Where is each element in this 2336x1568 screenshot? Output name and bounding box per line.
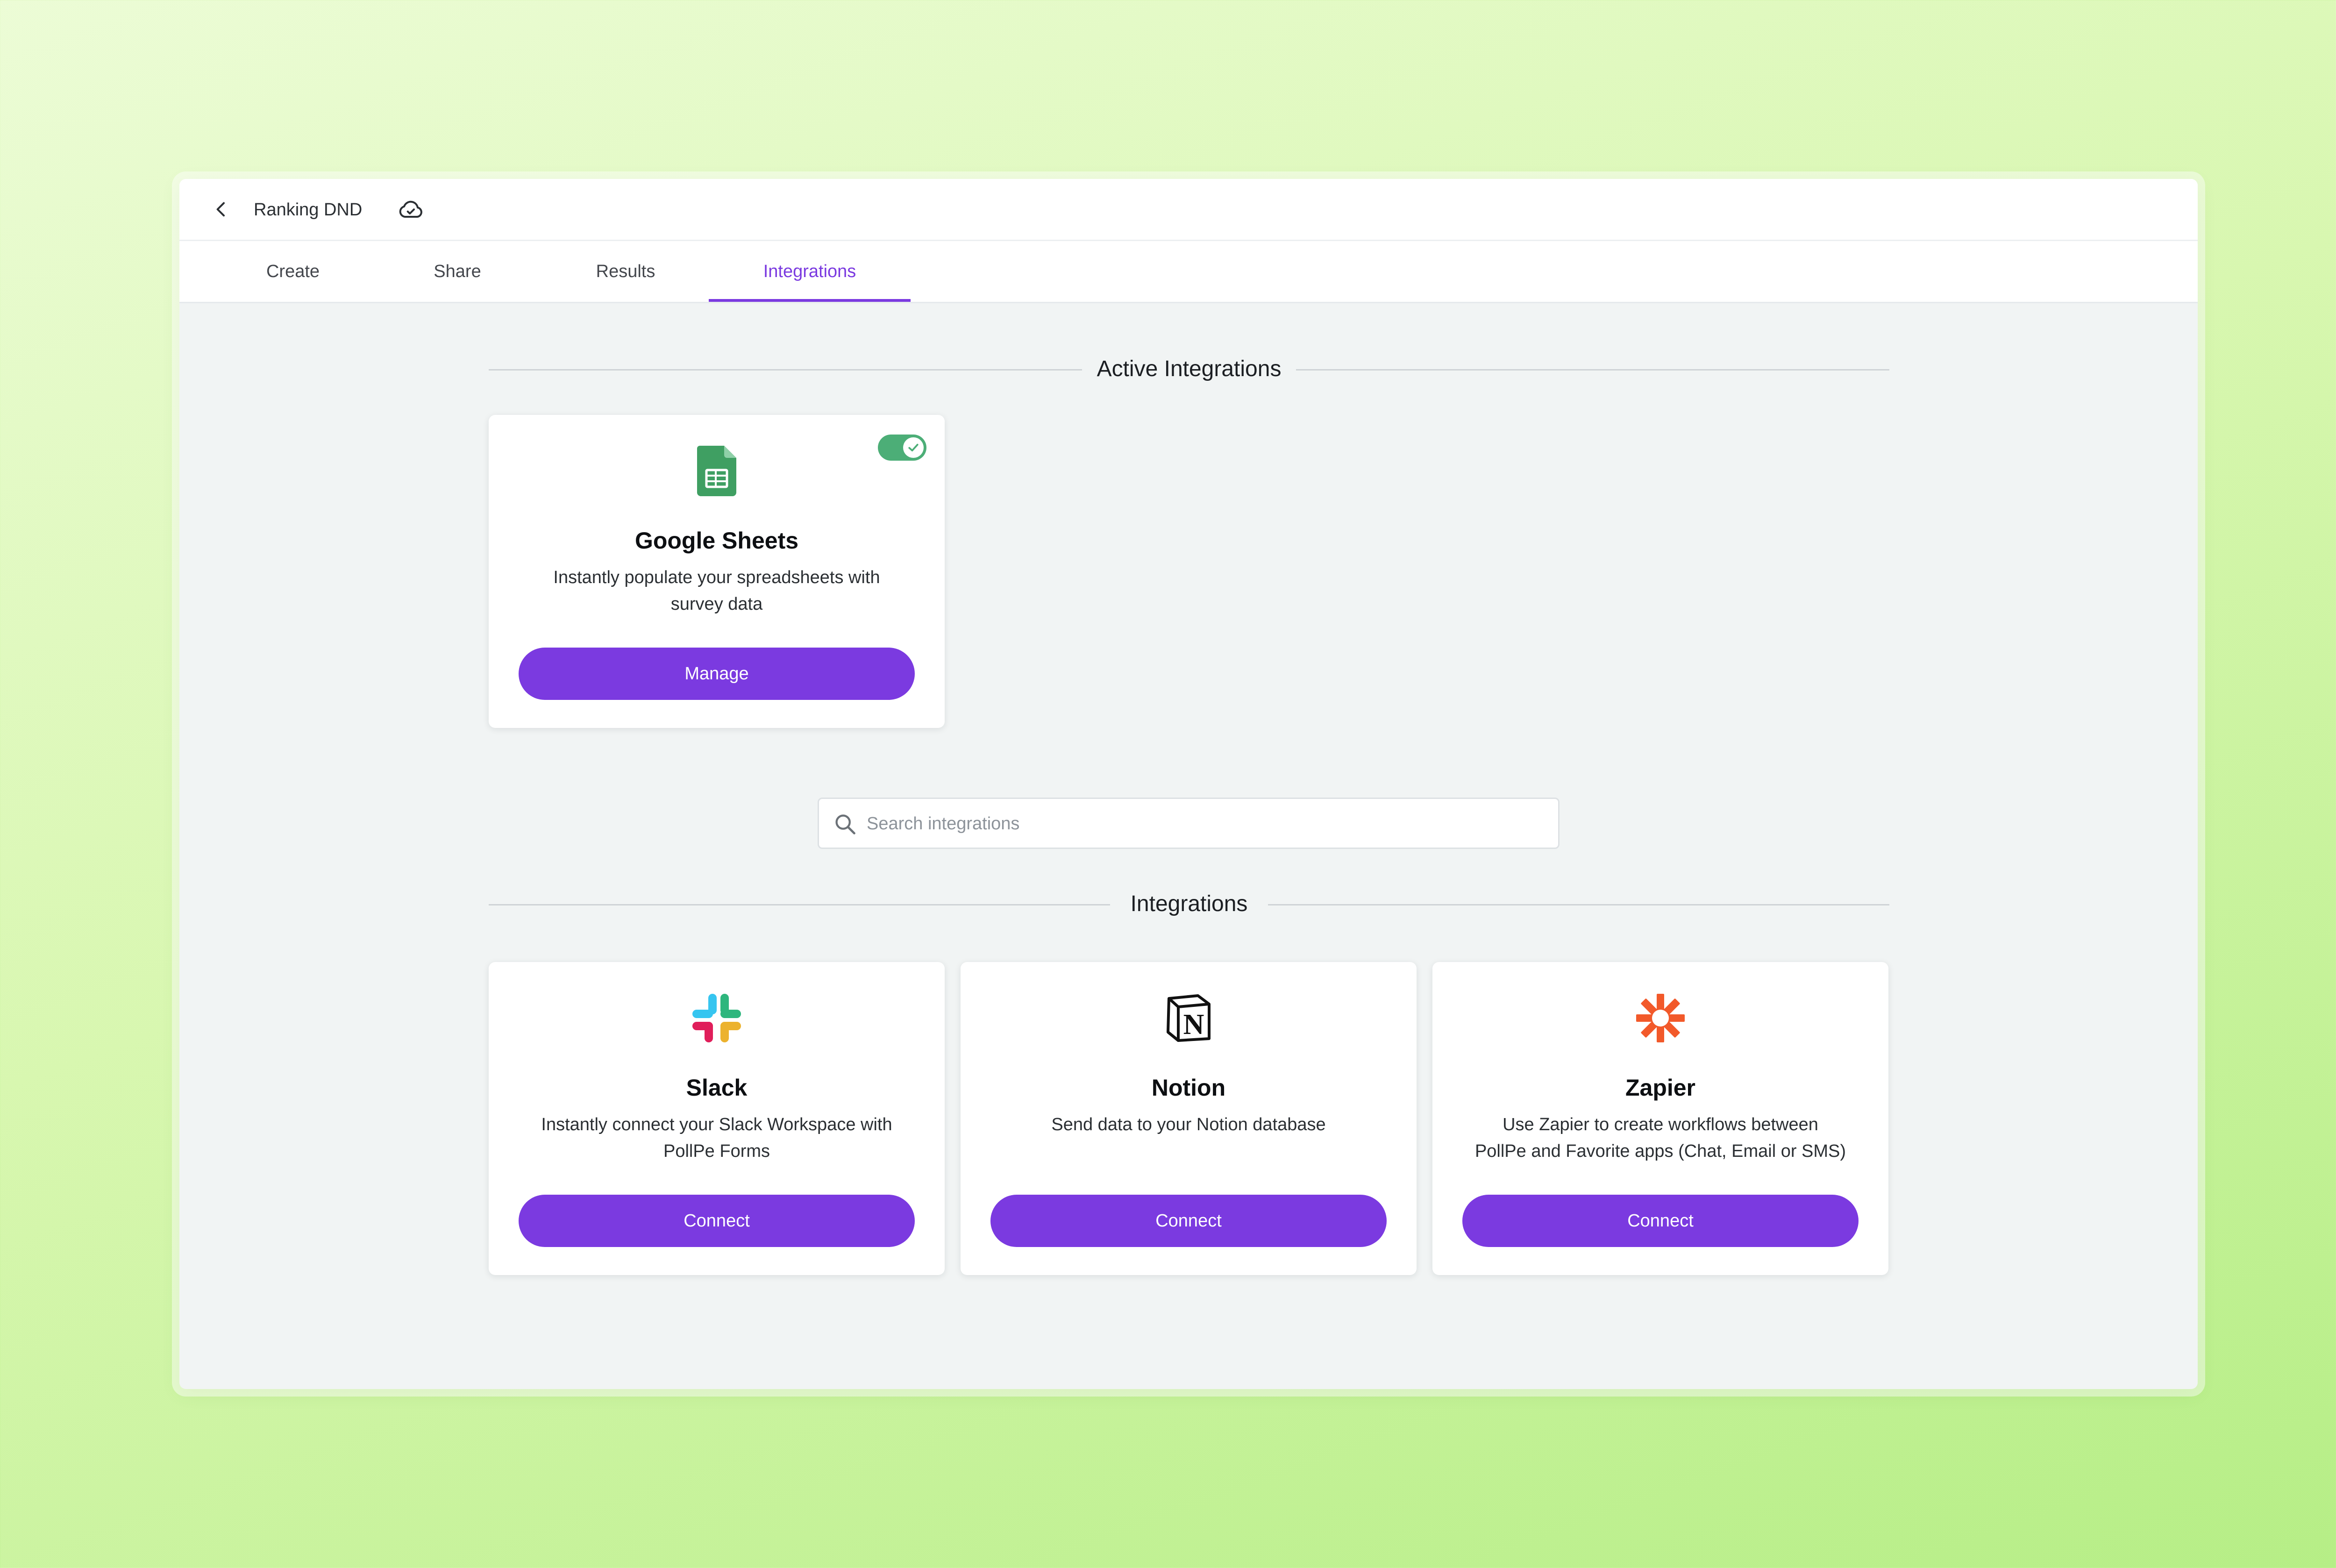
notion-icon: N: [1161, 990, 1217, 1046]
search-box: [818, 798, 1560, 849]
top-bar: Ranking DND: [179, 179, 2198, 241]
integration-card-notion: N Notion Send data to your Notion databa…: [961, 962, 1417, 1275]
tab-integrations[interactable]: Integrations: [709, 241, 911, 302]
integrations-header: Integrations: [489, 890, 1889, 918]
integration-card-zapier: Zapier Use Zapier to create workflows be…: [1432, 962, 1888, 1275]
card-title: Zapier: [1625, 1075, 1696, 1101]
active-integrations-header: Active Integrations: [489, 355, 1889, 383]
slack-icon: [689, 990, 745, 1046]
card-description: Send data to your Notion database: [1051, 1115, 1326, 1134]
cloud-check-icon[interactable]: [396, 195, 425, 224]
connect-button[interactable]: Connect: [990, 1195, 1387, 1247]
tab-create[interactable]: Create: [239, 241, 347, 302]
zapier-icon: [1632, 990, 1688, 1046]
svg-text:N: N: [1183, 1009, 1204, 1041]
section-title: Active Integrations: [1097, 356, 1282, 381]
back-button[interactable]: [207, 195, 235, 223]
search-input[interactable]: [866, 799, 1540, 848]
app-window: Ranking DND Create Share Results Integra…: [179, 179, 2198, 1389]
connect-button[interactable]: Connect: [519, 1195, 915, 1247]
card-description: Use Zapier to create workflows between P…: [1474, 1115, 1846, 1161]
tab-bar: Create Share Results Integrations: [179, 241, 2198, 303]
chevron-left-icon: [216, 202, 225, 217]
manage-button[interactable]: Manage: [519, 648, 915, 700]
form-title: Ranking DND: [254, 200, 363, 220]
card-title: Notion: [1151, 1075, 1226, 1101]
integration-card-slack: Slack Instantly connect your Slack Works…: [489, 962, 945, 1275]
google-sheets-icon: [689, 443, 745, 499]
card-description: Instantly connect your Slack Workspace w…: [541, 1115, 892, 1161]
connect-button[interactable]: Connect: [1462, 1195, 1859, 1247]
tab-results[interactable]: Results: [567, 241, 684, 302]
tab-share[interactable]: Share: [404, 241, 511, 302]
check-icon: [908, 443, 919, 452]
integration-card-google-sheets: Google Sheets Instantly populate your sp…: [489, 415, 945, 728]
card-description: Instantly populate your spreadsheets wit…: [553, 568, 880, 614]
card-title: Google Sheets: [634, 527, 799, 554]
search-icon: [835, 814, 855, 834]
active-tab-indicator: [709, 299, 911, 302]
card-title: Slack: [686, 1075, 748, 1101]
toggle-knob: [903, 437, 924, 458]
enable-toggle[interactable]: [878, 435, 926, 461]
section-title: Integrations: [1130, 891, 1248, 916]
